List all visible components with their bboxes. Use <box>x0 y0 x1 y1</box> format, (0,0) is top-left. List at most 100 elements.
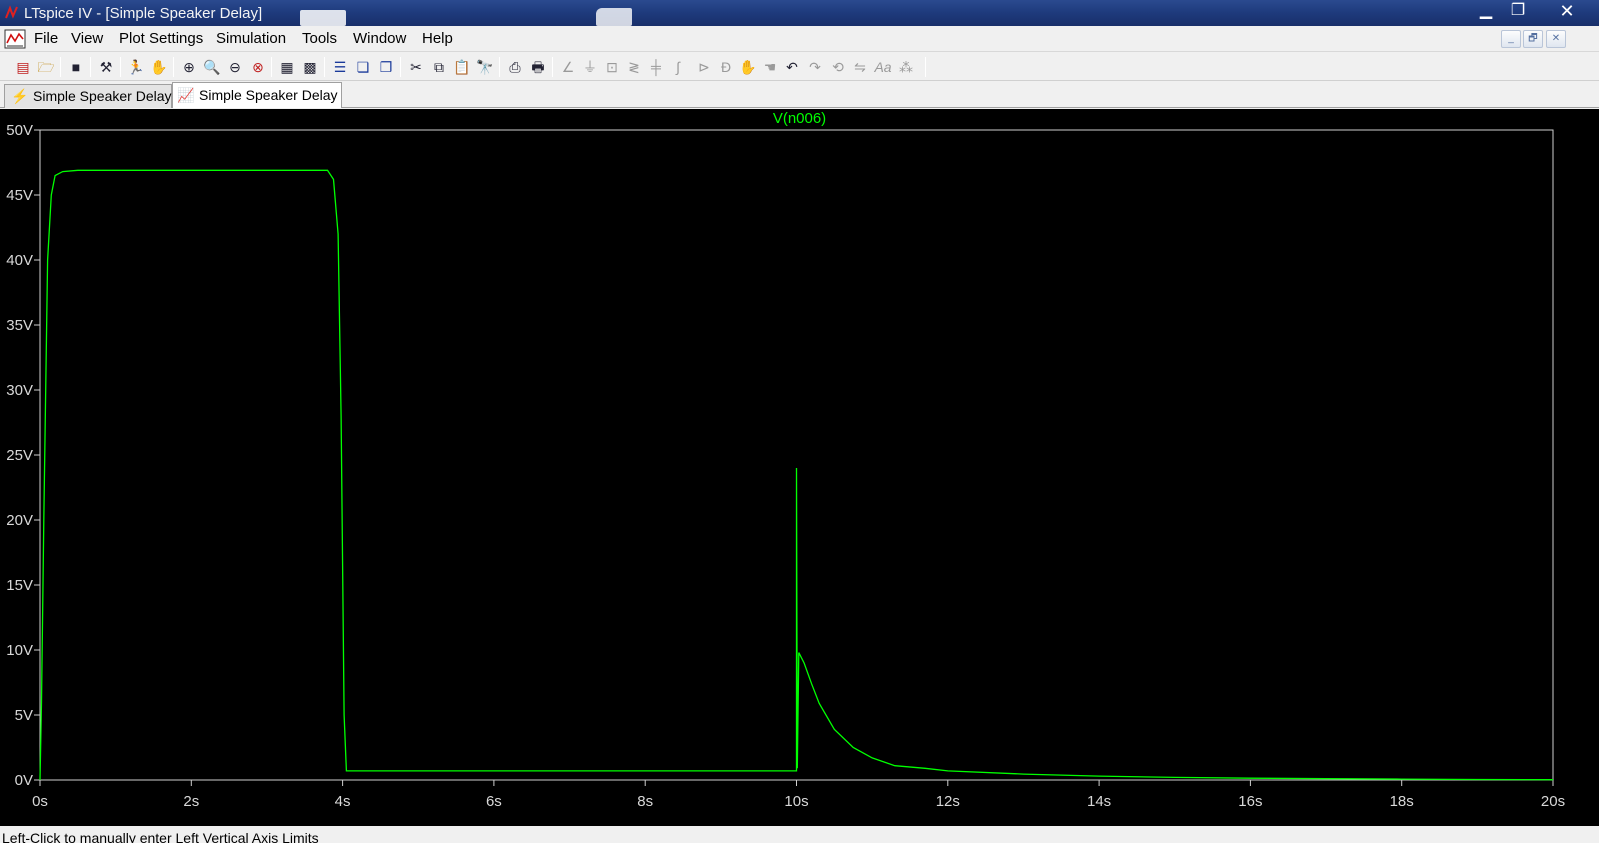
ground-icon[interactable]: ⏚ <box>581 58 599 76</box>
toolbar-separator <box>90 57 91 77</box>
schematic-icon: ⚡ <box>11 88 29 104</box>
toolbar-separator <box>120 57 121 77</box>
copy-icon[interactable]: ⧉ <box>430 58 448 76</box>
menu-tools[interactable]: Tools <box>302 30 337 47</box>
inductor-icon[interactable]: ∫ <box>669 58 687 76</box>
zoom-out-icon[interactable]: ⊖ <box>226 58 244 76</box>
find-icon[interactable]: 🔭 <box>476 58 494 76</box>
mdi-restore-button[interactable]: 🗗 <box>1523 30 1543 48</box>
control-panel-icon[interactable]: ⚒ <box>97 58 115 76</box>
menu-view[interactable]: View <box>71 30 103 47</box>
pan-icon[interactable]: ✋ <box>150 58 168 76</box>
mirror-icon[interactable]: ⇋ <box>851 58 869 76</box>
waveform-plot-svg[interactable]: 0s 2s 4s 6s 8s 10s 12s 14s 16s 18s 20s 0V 5V 10V 15V 20… <box>0 109 1599 826</box>
y-tick-label: 10V <box>6 642 33 659</box>
toolbar-separator <box>499 57 500 77</box>
wire-icon[interactable]: ∠ <box>559 58 577 76</box>
title-glare <box>300 10 346 26</box>
x-tick-label: 10s <box>784 793 808 810</box>
redo-icon[interactable]: ↷ <box>806 58 824 76</box>
x-tick-label: 12s <box>936 793 960 810</box>
menu-plot-settings[interactable]: Plot Settings <box>119 30 203 47</box>
x-tick-label: 16s <box>1238 793 1262 810</box>
x-tick-label: 18s <box>1390 793 1414 810</box>
move-icon[interactable]: ✋ <box>739 58 757 76</box>
zoom-fit-icon[interactable]: ⊗ <box>249 58 267 76</box>
cascade-icon[interactable]: ❏ <box>354 58 372 76</box>
x-tick-label: 6s <box>486 793 502 810</box>
save-icon[interactable]: ■ <box>67 58 85 76</box>
y-tick-label: 45V <box>6 187 33 204</box>
status-bar: Left-Click to manually enter Left Vertic… <box>0 826 1599 843</box>
zoom-area-icon[interactable]: 🔍 <box>203 58 221 76</box>
toolbar-separator <box>925 57 926 77</box>
y-tick-label: 40V <box>6 252 33 269</box>
spice-directive-icon[interactable]: ⁂ <box>897 58 915 76</box>
text-icon[interactable]: Aa <box>874 58 892 76</box>
x-tick-label: 14s <box>1087 793 1111 810</box>
autorange-icon[interactable]: ▦ <box>278 58 296 76</box>
toolbar-separator <box>173 57 174 77</box>
toolbar-separator <box>324 57 325 77</box>
menu-window[interactable]: Window <box>353 30 406 47</box>
mdi-close-button[interactable]: ✕ <box>1546 30 1566 48</box>
undo-icon[interactable]: ↶ <box>783 58 801 76</box>
title-glare <box>596 8 632 26</box>
y-tick-label: 25V <box>6 447 33 464</box>
minimize-button[interactable]: ▁ <box>1471 0 1501 22</box>
label-net-icon[interactable]: ⊡ <box>603 58 621 76</box>
document-tab-bar: ⚡ Simple Speaker Delay 📈 Simple Speaker De… <box>0 82 1599 108</box>
x-tick-label: 8s <box>637 793 653 810</box>
trace-label[interactable]: V(n006) <box>0 110 1599 127</box>
status-message: Left-Click to manually enter Left Vertic… <box>2 830 319 843</box>
tab-label: Simple Speaker Delay <box>33 88 172 104</box>
menu-file[interactable]: File <box>34 30 58 47</box>
toolbar: ▤ 🗁 ■ ⚒ 🏃 ✋ ⊕ 🔍 ⊖ ⊗ ▦ ▩ ☰ ❏ ❐ ✂ ⧉ 📋 🔭 ⎙ … <box>0 53 1599 81</box>
tab-waveform[interactable]: 📈 Simple Speaker Delay <box>172 82 342 108</box>
tab-schematic[interactable]: ⚡ Simple Speaker Delay <box>4 84 172 108</box>
toolbar-separator <box>60 57 61 77</box>
tab-label: Simple Speaker Delay <box>199 87 338 103</box>
menu-bar: File View Plot Settings Simulation Tools… <box>0 26 1599 52</box>
x-tick-label: 20s <box>1541 793 1565 810</box>
ltspice-app-icon <box>5 5 18 19</box>
x-tick-label: 0s <box>32 793 48 810</box>
y-tick-label: 30V <box>6 382 33 399</box>
mdi-minimize-button[interactable]: _ <box>1501 30 1521 48</box>
x-tick-label: 2s <box>183 793 199 810</box>
y-tick-label: 35V <box>6 317 33 334</box>
resistor-icon[interactable]: ≷ <box>625 58 643 76</box>
print-icon[interactable]: 🖶 <box>529 58 547 76</box>
waveform-document-icon[interactable] <box>4 29 26 49</box>
tile-vertical-icon[interactable]: ❐ <box>377 58 395 76</box>
x-tick-label: 4s <box>335 793 351 810</box>
menu-simulation[interactable]: Simulation <box>216 30 286 47</box>
waveform-plot[interactable]: 0s 2s 4s 6s 8s 10s 12s 14s 16s 18s 20s 0V 5V 10V 15V 20… <box>0 109 1599 826</box>
maximize-button[interactable]: ❐ <box>1503 0 1533 22</box>
plot-settings-icon[interactable]: ▩ <box>301 58 319 76</box>
rotate-icon[interactable]: ⟲ <box>829 58 847 76</box>
tile-horizontal-icon[interactable]: ☰ <box>331 58 349 76</box>
cut-icon[interactable]: ✂ <box>407 58 425 76</box>
drag-icon[interactable]: ☚ <box>761 58 779 76</box>
waveform-icon: 📈 <box>177 87 195 103</box>
toolbar-separator <box>271 57 272 77</box>
run-icon[interactable]: 🏃 <box>127 58 145 76</box>
y-tick-label: 15V <box>6 577 33 594</box>
component-icon[interactable]: Ð <box>717 58 735 76</box>
window-title: LTspice IV - [Simple Speaker Delay] <box>24 5 263 22</box>
menu-help[interactable]: Help <box>422 30 453 47</box>
open-icon[interactable]: 🗁 <box>37 58 55 76</box>
print-preview-icon[interactable]: ⎙ <box>506 58 524 76</box>
paste-icon[interactable]: 📋 <box>453 58 471 76</box>
zoom-in-icon[interactable]: ⊕ <box>180 58 198 76</box>
trace-name[interactable]: V(n006) <box>773 110 826 127</box>
diode-icon[interactable]: ⊳ <box>695 58 713 76</box>
new-schematic-icon[interactable]: ▤ <box>14 58 32 76</box>
series-line <box>39 169 1554 781</box>
y-tick-label: 20V <box>6 512 33 529</box>
y-tick-label: 5V <box>15 707 33 724</box>
y-tick-label: 0V <box>15 772 33 789</box>
close-button[interactable]: ✕ <box>1545 0 1589 22</box>
capacitor-icon[interactable]: ╪ <box>647 58 665 76</box>
